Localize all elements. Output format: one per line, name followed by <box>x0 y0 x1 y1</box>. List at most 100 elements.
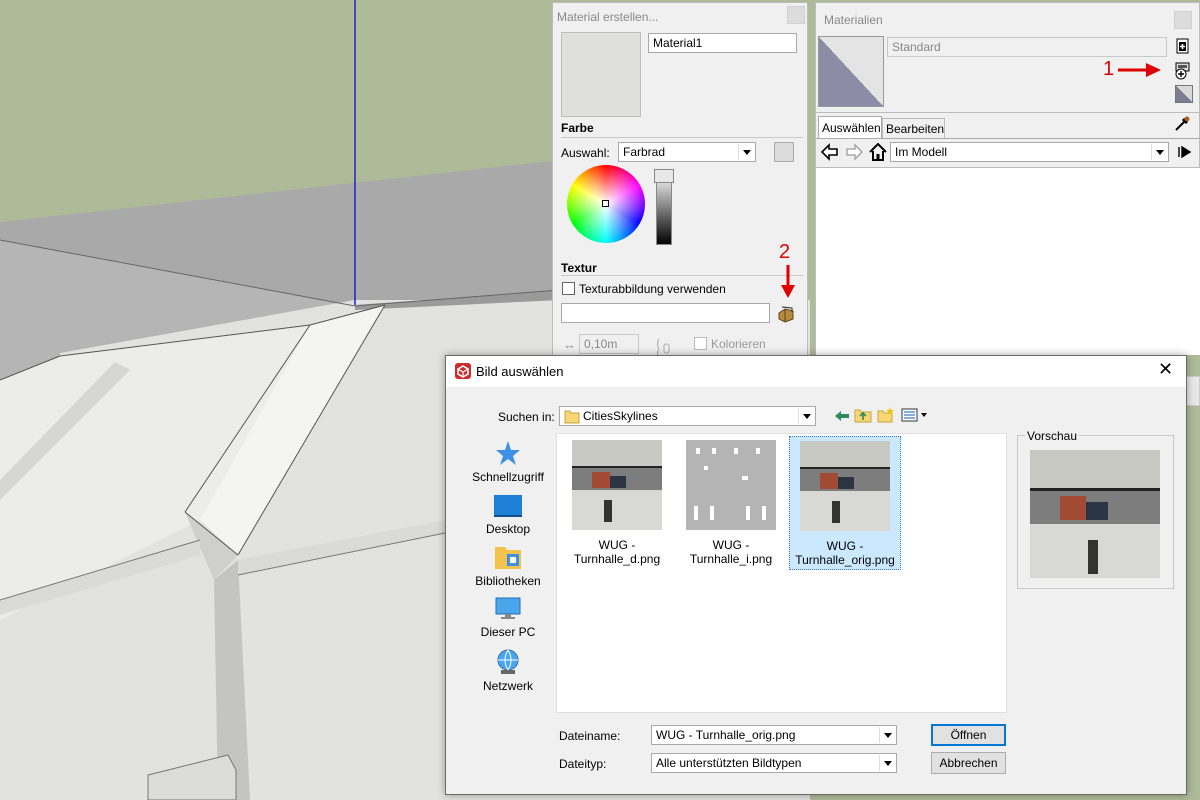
annotation-arrow-right <box>1118 63 1161 77</box>
details-arrow-icon[interactable] <box>1176 143 1192 161</box>
back-arrow-icon[interactable] <box>834 408 850 424</box>
filetype-select[interactable]: Alle unterstützten Bildtypen <box>651 753 897 773</box>
file-name-line2: Turnhalle_i.png <box>689 552 773 566</box>
chevron-down-icon[interactable] <box>1151 144 1167 160</box>
chevron-down-icon[interactable] <box>798 408 814 424</box>
tab-edit-label: Bearbeiten <box>886 122 945 136</box>
collection-select[interactable]: Im Modell <box>890 142 1169 162</box>
material-name-input[interactable]: Material1 <box>648 33 797 53</box>
brightness-slider-handle[interactable] <box>654 169 674 183</box>
color-wheel[interactable] <box>567 165 645 243</box>
place-label: Dieser PC <box>480 625 536 639</box>
open-button[interactable]: Öffnen <box>931 724 1006 746</box>
preview-label: Vorschau <box>1025 429 1080 443</box>
color-picker-value: Farbrad <box>623 145 666 159</box>
star-icon <box>496 441 520 465</box>
file-thumbnail <box>686 440 776 530</box>
network-icon <box>497 649 519 674</box>
color-preview-swatch[interactable] <box>774 142 794 162</box>
texture-section-heading: Textur <box>561 261 597 275</box>
back-arrow-icon[interactable] <box>821 143 839 161</box>
sketchup-logo-icon <box>455 363 471 379</box>
place-label: Netzwerk <box>482 679 533 693</box>
material-thumbnail <box>818 36 884 107</box>
file-item[interactable]: WUG - Turnhalle_d.png <box>561 440 673 566</box>
file-open-dialog: Bild auswählen ✕ Suchen in: CitiesSkylin… <box>445 355 1187 795</box>
place-libraries[interactable]: Bibliotheken <box>462 543 554 588</box>
home-icon[interactable] <box>868 142 888 162</box>
view-menu-icon[interactable] <box>901 407 929 423</box>
file-item-selected[interactable]: WUG - Turnhalle_orig.png <box>789 436 901 570</box>
materials-title: Materialien <box>824 13 883 27</box>
chevron-down-icon[interactable] <box>738 144 754 160</box>
tab-select-label: Auswählen <box>822 121 881 135</box>
cancel-button[interactable]: Abbrechen <box>931 752 1006 774</box>
add-to-collection-icon[interactable] <box>1173 61 1193 81</box>
default-material-swatch[interactable] <box>1175 85 1193 103</box>
folder-icon <box>564 410 580 424</box>
close-button[interactable] <box>787 6 805 24</box>
file-name-line1: WUG - <box>598 538 636 552</box>
place-quick-access[interactable]: Schnellzugriff <box>462 439 554 484</box>
link-chain-icon <box>657 338 670 356</box>
desktop-icon <box>494 495 522 517</box>
libraries-icon <box>495 547 521 569</box>
eyedropper-icon[interactable] <box>1173 115 1191 133</box>
colorize-label: Kolorieren <box>711 337 766 351</box>
texture-size-input[interactable]: 0,10m <box>579 334 639 354</box>
annotation-number-1: 1 <box>1103 58 1115 80</box>
look-in-value: CitiesSkylines <box>583 409 658 423</box>
color-picker-select[interactable]: Farbrad <box>618 142 756 162</box>
place-label: Schnellzugriff <box>472 470 544 484</box>
file-name-line1: WUG - <box>712 538 750 552</box>
computer-icon <box>495 597 521 619</box>
scrollbar-stub[interactable] <box>1186 376 1200 406</box>
place-network[interactable]: Netzwerk <box>462 648 554 693</box>
filename-value: WUG - Turnhalle_orig.png <box>656 728 796 742</box>
filetype-value: Alle unterstützten Bildtypen <box>656 756 802 770</box>
place-label: Bibliotheken <box>475 574 541 588</box>
look-in-select[interactable]: CitiesSkylines <box>559 406 816 426</box>
materials-list-area[interactable] <box>816 167 1200 355</box>
filetype-label: Dateityp: <box>559 757 607 771</box>
collection-value: Im Modell <box>895 145 948 159</box>
create-material-panel: Material erstellen... Material1 Farbe Au… <box>552 2 808 356</box>
file-name-line2: Turnhalle_orig.png <box>795 553 895 567</box>
use-texture-label: Texturabbildung verwenden <box>579 282 726 296</box>
file-item[interactable]: WUG - Turnhalle_i.png <box>675 440 787 566</box>
filename-label: Dateiname: <box>559 729 621 743</box>
forward-arrow-icon[interactable] <box>845 143 863 161</box>
new-folder-icon[interactable] <box>877 406 895 423</box>
create-material-title: Material erstellen... <box>557 10 659 24</box>
place-label: Desktop <box>485 522 531 536</box>
look-in-label: Suchen in: <box>498 410 555 424</box>
material-name-field[interactable]: Standard <box>887 37 1167 57</box>
file-thumbnail <box>800 441 890 531</box>
use-texture-checkbox[interactable] <box>562 282 575 295</box>
selection-label: Auswahl: <box>561 146 610 160</box>
place-desktop[interactable]: Desktop <box>462 493 554 536</box>
chevron-down-icon[interactable] <box>879 727 895 743</box>
material-color-swatch <box>561 32 641 117</box>
texture-path-input[interactable] <box>561 303 770 323</box>
file-list[interactable]: WUG - Turnhalle_d.png WUG - Turnhalle_i.… <box>556 433 1007 713</box>
file-thumbnail <box>572 440 662 530</box>
browse-folder-icon[interactable] <box>777 305 797 323</box>
chevron-down-icon[interactable] <box>879 755 895 771</box>
places-bar: Schnellzugriff Desktop Bibliotheken Dies… <box>460 433 556 713</box>
filename-input[interactable]: WUG - Turnhalle_orig.png <box>651 725 897 745</box>
annotation-number-2: 2 <box>779 241 791 263</box>
dialog-titlebar[interactable]: Bild auswählen ✕ <box>446 356 1186 387</box>
color-wheel-marker[interactable] <box>602 200 609 207</box>
dialog-title: Bild auswählen <box>476 364 564 379</box>
create-material-icon[interactable] <box>1175 38 1191 54</box>
close-button[interactable] <box>1174 11 1192 29</box>
preview-image <box>1030 450 1160 578</box>
file-name-line2: Turnhalle_d.png <box>573 552 661 566</box>
up-folder-icon[interactable] <box>854 407 872 423</box>
close-icon[interactable]: ✕ <box>1158 359 1173 380</box>
colorize-checkbox[interactable] <box>694 337 707 350</box>
color-section-heading: Farbe <box>561 121 594 135</box>
place-this-pc[interactable]: Dieser PC <box>462 596 554 639</box>
materials-panel: Materialien Standard Auswählen Bearbeite… <box>815 2 1200 355</box>
